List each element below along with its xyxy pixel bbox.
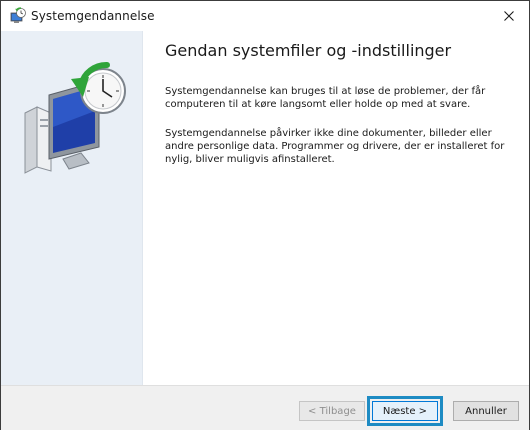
description-paragraph: Systemgendannelse kan bruges til at løse… [165,86,486,110]
window-title: Systemgendannelse [31,9,155,23]
back-button[interactable]: < Tilbage [299,401,365,421]
notice-paragraph: Systemgendannelse påvirker ikke dine dok… [165,128,505,165]
cancel-button[interactable]: Annuller [453,401,519,421]
system-restore-computer-clock-icon [23,55,133,175]
button-bar: < Tilbage Næste > Annuller [1,385,529,430]
content-area: Gendan systemfiler og -indstillinger Sys… [1,31,529,385]
page-heading: Gendan systemfiler og -indstillinger [165,41,452,60]
close-icon [504,11,514,21]
title-bar: Systemgendannelse [1,1,529,31]
next-button-highlight: Næste > [367,396,443,426]
close-button[interactable] [499,6,519,26]
left-pane [1,31,143,385]
system-restore-window: Systemgendannelse Gendan systemfiler og … [0,0,530,430]
system-restore-icon [9,7,27,25]
next-button[interactable]: Næste > [372,401,438,421]
